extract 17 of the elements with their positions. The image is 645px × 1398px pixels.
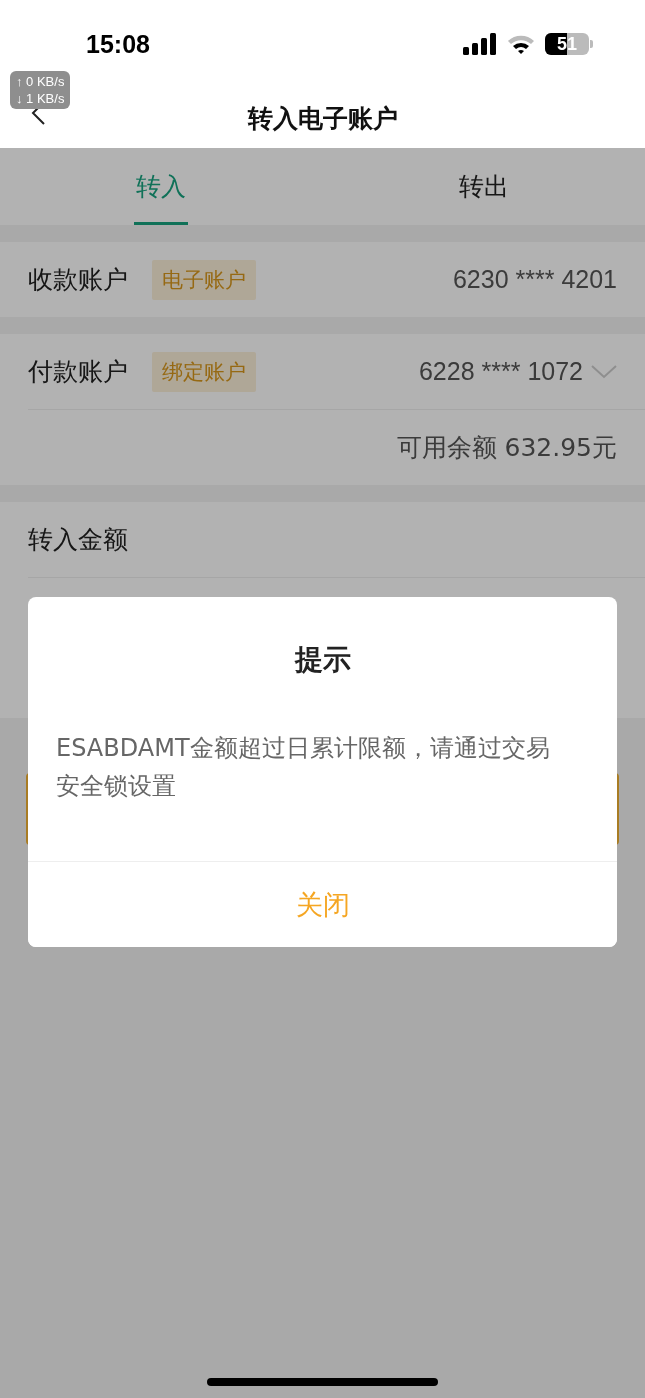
tab[interactable]: 转入 [0,148,323,225]
account-number[interactable]: 6228 **** 1072 [418,357,583,386]
row-label: 付款账户 [28,356,129,388]
dialog-message: ESABDAMT金额超过日累计限额，请通过交易安全锁设置 [56,733,551,802]
dialog-title: 提示 [293,642,352,678]
available-balance: 可用余额 632.95元 [396,432,617,464]
row-label: 收款账户 [28,264,129,296]
account-number: 6230 **** 4201 [452,265,617,294]
row-label: 转入金额 [28,524,128,556]
status-time: 15:08 [86,29,150,59]
page-title: 转入电子账户 [247,102,398,135]
wifi-icon [507,33,535,55]
account-tag: 电子账户 [152,259,256,300]
signal-icon [463,33,497,55]
account-tag: 绑定账户 [152,351,256,392]
network-speed-toast: ↑ 0 KB/s ↓ 1 KB/s [10,71,71,109]
tab[interactable]: 转出 [322,148,645,225]
